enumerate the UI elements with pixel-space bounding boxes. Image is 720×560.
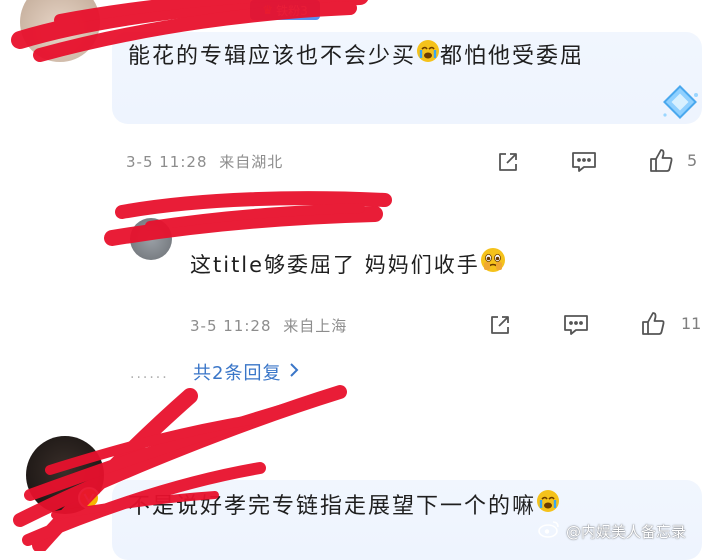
user-badge-label: 铁粉3	[276, 3, 308, 18]
reply-text-main: 这title够委屈了 妈妈们收手	[190, 253, 480, 277]
weibo-icon	[538, 520, 560, 542]
diamond-badge-icon	[660, 85, 702, 129]
user-badge: ♛ 铁粉3	[250, 0, 320, 20]
watermark-text: @内娱美人备忘录	[566, 522, 687, 541]
comment-time: 3-5 11:28	[126, 153, 208, 171]
like-button[interactable]	[644, 145, 678, 177]
crown-icon: ♛	[262, 3, 274, 17]
reply-location: 来自上海	[283, 317, 348, 335]
comment-location: 来自湖北	[219, 153, 284, 171]
more-replies-prefix: ......	[130, 366, 169, 382]
comment-button[interactable]	[559, 310, 593, 340]
watermark: @内娱美人备忘录	[538, 520, 686, 542]
like-button[interactable]	[636, 308, 670, 340]
avatar[interactable]	[130, 218, 172, 260]
comment-icon	[564, 315, 588, 335]
like-count: 11	[681, 314, 702, 333]
share-icon	[491, 316, 509, 334]
share-button[interactable]	[492, 147, 524, 177]
thumbs-up-icon	[650, 149, 673, 172]
comment-icon	[572, 152, 596, 172]
chevron-right-icon	[289, 362, 299, 383]
avatar[interactable]	[20, 0, 100, 62]
like-count: 5	[687, 151, 698, 170]
comment-button[interactable]	[567, 147, 601, 177]
more-replies-label: 共2条回复	[193, 363, 282, 384]
pleading-emoji-icon	[480, 245, 506, 287]
comment-meta: 3-5 11:28 来自湖北	[126, 151, 283, 172]
share-icon	[499, 153, 517, 171]
verified-badge-icon	[78, 487, 100, 513]
crying-emoji-icon	[416, 36, 440, 78]
thumbs-up-icon	[642, 312, 665, 335]
reply-text: 这title够委屈了 妈妈们收手	[190, 244, 506, 287]
share-button[interactable]	[484, 310, 516, 340]
more-replies-link[interactable]: 共2条回复	[193, 359, 299, 385]
reply-time: 3-5 11:28	[190, 317, 272, 335]
reply-meta: 3-5 11:28 来自上海	[190, 315, 347, 336]
comment-text-main: 不是说好孝完专链指走展望下一个的嘛	[128, 494, 537, 519]
comment-text-main: 能花的专辑应该也不会少买	[128, 44, 417, 69]
comment-text-tail: 都怕他受委屈	[440, 44, 585, 69]
comment-text: 能花的专辑应该也不会少买 都怕他受委屈	[128, 36, 688, 78]
